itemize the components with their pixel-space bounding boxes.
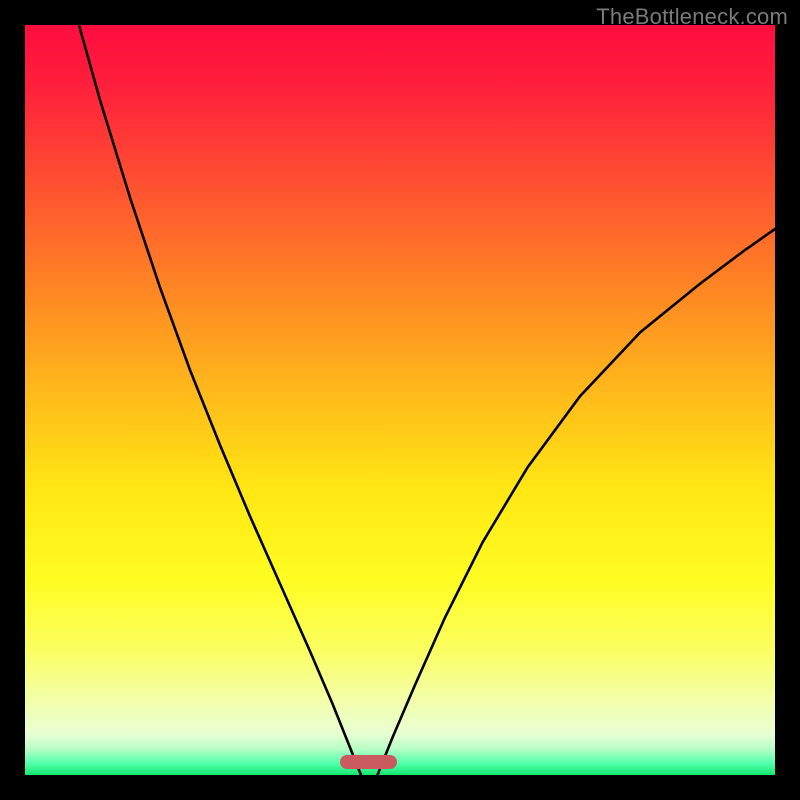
chart-frame: TheBottleneck.com [0,0,800,800]
plot-area [25,25,775,775]
watermark-text: TheBottleneck.com [596,4,788,30]
gradient-background [25,25,775,775]
optimum-marker [340,755,396,769]
plot-svg [25,25,775,775]
